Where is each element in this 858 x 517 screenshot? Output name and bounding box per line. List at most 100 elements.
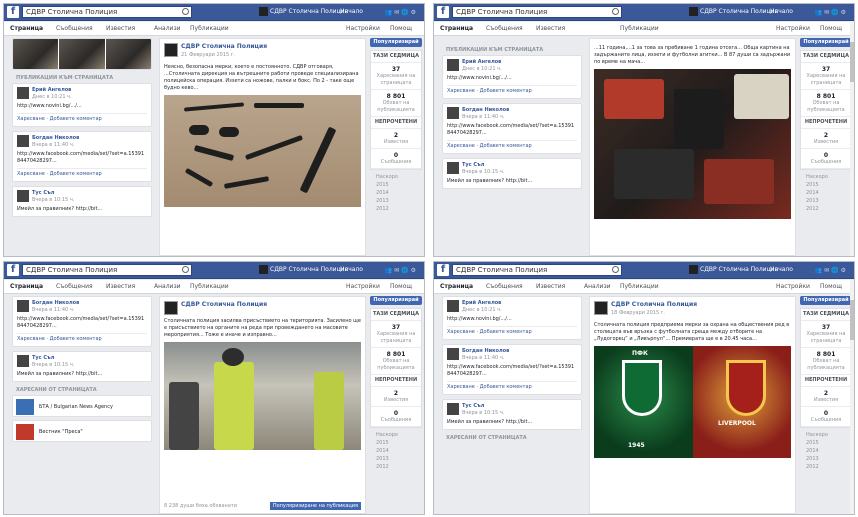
- boost-post-button[interactable]: Популяризиране на публикация: [269, 502, 361, 510]
- notification-icons[interactable]: 👥✉🌐⚙: [815, 8, 848, 17]
- timeline-years[interactable]: Наскоро 2015 2014 2013 2012: [800, 431, 852, 471]
- search-icon[interactable]: [182, 8, 189, 15]
- page-name[interactable]: СДВР Столична Полиция: [164, 301, 361, 309]
- post-date[interactable]: 18 Февруари 2015 г.: [594, 309, 791, 317]
- post-date[interactable]: Вчера в 11:40 ч.: [17, 142, 147, 149]
- tab-page[interactable]: Страница: [10, 280, 43, 294]
- scrollbar[interactable]: [850, 280, 854, 514]
- promote-button[interactable]: Популяризирай: [800, 296, 852, 305]
- liked-page-item[interactable]: БТА / Bulgarian News Agency: [12, 395, 152, 417]
- timeline-years[interactable]: Наскоро 2015 2014 2013 2012: [370, 173, 422, 213]
- search-input[interactable]: СДВР Столична Полиция: [452, 264, 622, 276]
- comment-link[interactable]: Добавете коментар: [480, 88, 532, 94]
- tab-messages[interactable]: Съобщения: [56, 22, 93, 36]
- post-date[interactable]: Днес в 10:21 ч.: [447, 66, 577, 73]
- post-date[interactable]: Вчера в 11:40 ч.: [17, 307, 147, 314]
- post-date[interactable]: Днес в 10:21 ч.: [447, 307, 577, 314]
- tab-help[interactable]: Помощ: [820, 280, 842, 294]
- avatar[interactable]: [17, 135, 29, 147]
- author-name[interactable]: Ерий Ангелов: [447, 300, 577, 307]
- tab-notifications[interactable]: Известия: [536, 22, 565, 36]
- home-link[interactable]: Начало: [770, 6, 793, 18]
- like-link[interactable]: Харесване: [17, 171, 45, 177]
- author-name[interactable]: Ерий Ангелов: [447, 59, 577, 66]
- like-link[interactable]: Харесване: [447, 88, 475, 94]
- notification-icons[interactable]: 👥✉🌐⚙: [385, 8, 418, 17]
- tab-insights[interactable]: Анализи: [584, 280, 611, 294]
- notification-icons[interactable]: 👥✉🌐⚙: [815, 266, 848, 275]
- author-name[interactable]: Тус Съл: [447, 162, 577, 169]
- promote-button[interactable]: Популяризирай: [800, 38, 852, 47]
- profile-link[interactable]: СДВР Столична Полиция: [689, 264, 778, 276]
- tab-messages[interactable]: Съобщения: [56, 280, 93, 294]
- avatar[interactable]: [17, 300, 29, 312]
- search-icon[interactable]: [612, 266, 619, 273]
- post-date[interactable]: Вчера в 11:40 ч.: [447, 114, 577, 121]
- avatar[interactable]: [17, 87, 29, 99]
- facebook-logo-icon[interactable]: f: [437, 6, 449, 18]
- comment-link[interactable]: Добавете коментар: [480, 329, 532, 335]
- tab-messages[interactable]: Съобщения: [486, 280, 523, 294]
- search-icon[interactable]: [182, 266, 189, 273]
- scrollbar[interactable]: [850, 22, 854, 256]
- avatar[interactable]: [447, 403, 459, 415]
- facebook-logo-icon[interactable]: f: [437, 264, 449, 276]
- post-photo-weapons[interactable]: [164, 95, 361, 207]
- post-photo-police[interactable]: [164, 342, 361, 450]
- home-link[interactable]: Начало: [340, 6, 363, 18]
- photos-strip[interactable]: [12, 38, 152, 70]
- notification-icons[interactable]: 👥✉🌐⚙: [385, 266, 418, 275]
- tab-insights[interactable]: Анализи: [154, 22, 181, 36]
- author-name[interactable]: Богдан Николов: [17, 300, 147, 307]
- promote-button[interactable]: Популяризирай: [370, 296, 422, 305]
- tab-publishing[interactable]: Публикации: [190, 280, 229, 294]
- post-date[interactable]: Вчера в 10:15 ч.: [447, 169, 577, 176]
- tab-help[interactable]: Помощ: [820, 22, 842, 36]
- tab-notifications[interactable]: Известия: [106, 22, 135, 36]
- post-date[interactable]: Вчера в 10:15 ч.: [17, 362, 147, 369]
- post-photo-match-crests[interactable]: ПФК 1945 LIVERPOOL: [594, 346, 791, 458]
- like-link[interactable]: Харесване: [447, 329, 475, 335]
- facebook-logo-icon[interactable]: f: [7, 264, 19, 276]
- author-name[interactable]: Тус Съл: [447, 403, 577, 410]
- timeline-years[interactable]: Наскоро 2015 2014 2013 2012: [370, 431, 422, 471]
- avatar[interactable]: [447, 162, 459, 174]
- post-photo-seized-items[interactable]: [594, 69, 791, 219]
- avatar[interactable]: [447, 59, 459, 71]
- tab-settings[interactable]: Настройки: [776, 280, 810, 294]
- tab-page[interactable]: Страница: [440, 22, 473, 36]
- tab-settings[interactable]: Настройки: [346, 22, 380, 36]
- post-date[interactable]: Вчера в 10:15 ч.: [17, 197, 147, 204]
- avatar[interactable]: [447, 300, 459, 312]
- tab-settings[interactable]: Настройки: [776, 22, 810, 36]
- like-link[interactable]: Харесване: [447, 384, 475, 390]
- author-name[interactable]: Богдан Николов: [17, 135, 147, 142]
- avatar[interactable]: [447, 107, 459, 119]
- post-date[interactable]: Вчера в 10:15 ч.: [447, 410, 577, 417]
- like-link[interactable]: Харесване: [447, 143, 475, 149]
- comment-link[interactable]: Добавете коментар: [50, 336, 102, 342]
- page-avatar[interactable]: [164, 301, 178, 315]
- author-name[interactable]: Тус Съл: [17, 355, 147, 362]
- tab-insights[interactable]: Анализи: [154, 280, 181, 294]
- author-name[interactable]: Тус Съл: [17, 190, 147, 197]
- tab-messages[interactable]: Съобщения: [486, 22, 523, 36]
- tab-publishing[interactable]: Публикации: [190, 22, 229, 36]
- page-name[interactable]: СДВР Столична Полиция: [164, 43, 361, 51]
- post-date[interactable]: Вчера в 11:40 ч.: [447, 355, 577, 362]
- tab-page[interactable]: Страница: [10, 22, 43, 36]
- profile-link[interactable]: СДВР Столична Полиция: [259, 264, 348, 276]
- comment-link[interactable]: Добавете коментар: [480, 384, 532, 390]
- page-avatar[interactable]: [164, 43, 178, 57]
- liked-page-item[interactable]: Вестник "Преса": [12, 420, 152, 442]
- tab-publishing[interactable]: Публикации: [620, 22, 659, 36]
- avatar[interactable]: [17, 355, 29, 367]
- tab-help[interactable]: Помощ: [390, 280, 412, 294]
- search-input[interactable]: СДВР Столична Полиция: [452, 6, 622, 18]
- home-link[interactable]: Начало: [340, 264, 363, 276]
- avatar[interactable]: [447, 348, 459, 360]
- tab-help[interactable]: Помощ: [390, 22, 412, 36]
- profile-link[interactable]: СДВР Столична Полиция: [689, 6, 778, 18]
- tab-notifications[interactable]: Известия: [106, 280, 135, 294]
- author-name[interactable]: Богдан Николов: [447, 107, 577, 114]
